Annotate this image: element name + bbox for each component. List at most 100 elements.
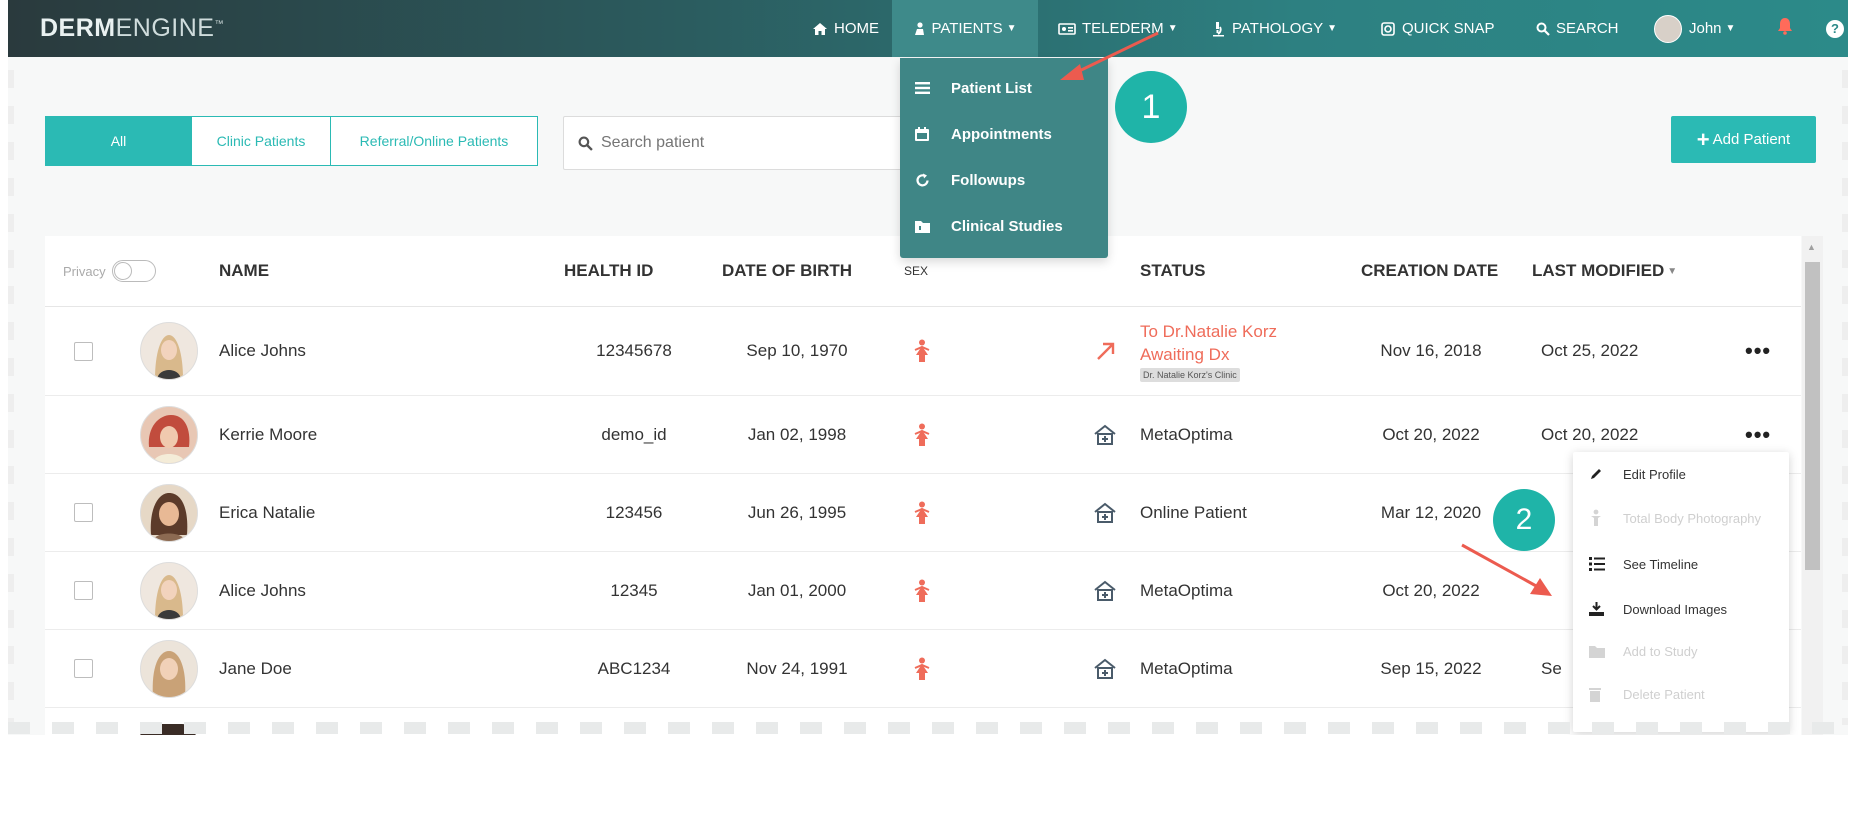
trash-icon (1573, 687, 1623, 702)
nav-user-menu[interactable]: John ▼ (1654, 0, 1735, 57)
patient-name[interactable]: Erica Natalie (219, 474, 315, 551)
last-modified-label: LAST MODIFIED (1532, 261, 1665, 280)
nav-quick-snap[interactable]: QUICK SNAP (1380, 0, 1495, 57)
menu-appointments[interactable]: Appointments (900, 112, 1108, 156)
scrollbar-thumb[interactable] (1805, 262, 1820, 570)
nav-home[interactable]: HOME (812, 0, 879, 57)
tab-referral-online-patients[interactable]: Referral/Online Patients (331, 117, 537, 165)
menu-followups[interactable]: Followups (900, 158, 1108, 202)
menu-item-label: Followups (951, 171, 1026, 189)
patient-search-input[interactable] (599, 133, 863, 153)
search-icon (578, 136, 593, 151)
menu-edit-profile[interactable]: Edit Profile (1573, 456, 1789, 492)
menu-item-label: Appointments (951, 125, 1052, 143)
table-row[interactable]: Kerrie Moore demo_id Jan 02, 1998 MetaOp… (45, 396, 1801, 474)
menu-clinical-studies[interactable]: Clinical Studies (900, 204, 1108, 248)
patient-table: Privacy NAME HEALTH ID DATE OF BIRTH SEX… (45, 236, 1801, 735)
health-id: 123456 (605, 502, 663, 522)
column-header-name[interactable]: NAME (219, 236, 269, 306)
tab-all[interactable]: All (46, 117, 192, 165)
patient-search-box (563, 116, 905, 170)
avatar (140, 630, 198, 707)
column-header-creation-date[interactable]: CREATION DATE (1361, 236, 1498, 306)
nav-user-name: John (1689, 20, 1722, 37)
nav-quick-snap-label: QUICK SNAP (1402, 20, 1495, 37)
status-text: MetaOptima (1140, 424, 1233, 444)
notifications-button[interactable] (1777, 0, 1793, 57)
female-icon (913, 396, 931, 473)
status-text: Online Patient (1140, 502, 1247, 522)
more-horizontal-icon: ••• (1745, 421, 1772, 447)
patient-photo (140, 322, 198, 380)
step-badge-2: 2 (1493, 489, 1555, 551)
health-id: 12345 (610, 580, 658, 600)
search-icon (1536, 22, 1550, 36)
column-header-health-id[interactable]: HEALTH ID (564, 236, 653, 306)
menu-item-label: Delete Patient (1623, 686, 1705, 702)
timeline-icon (1573, 557, 1623, 571)
bell-icon (1777, 17, 1793, 40)
patient-name[interactable]: Jane Doe (219, 630, 292, 707)
checkbox[interactable] (74, 581, 93, 600)
creation-date: Sep 15, 2022 (1380, 658, 1482, 678)
last-modified: Oct 25, 2022 (1541, 341, 1639, 360)
menu-download-images[interactable]: Download Images (1573, 591, 1789, 627)
menu-total-body-photography: Total Body Photography (1573, 500, 1789, 536)
toggle-knob (113, 262, 132, 280)
help-icon: ? (1826, 19, 1844, 38)
nav-patients[interactable]: PATIENTS ▼ (892, 0, 1038, 57)
row-checkbox[interactable] (74, 552, 93, 629)
table-row[interactable]: Jane Doe ABC1234 Nov 24, 1991 MetaOptima… (45, 630, 1801, 708)
add-patient-label: Add Patient (1712, 131, 1791, 148)
user-avatar (1654, 14, 1682, 43)
clinic-icon (1093, 396, 1117, 473)
patient-photo (140, 561, 198, 620)
menu-item-label: Edit Profile (1623, 466, 1686, 482)
chevron-down-icon: ▼ (1167, 23, 1178, 34)
checkbox[interactable] (74, 659, 93, 678)
menu-see-timeline[interactable]: See Timeline (1573, 546, 1789, 582)
checkbox[interactable] (74, 341, 93, 361)
row-checkbox[interactable] (74, 307, 93, 395)
column-header-last-modified[interactable]: LAST MODIFIED ▼ (1532, 236, 1677, 306)
row-more-button[interactable]: ••• (1745, 307, 1771, 395)
clinic-icon (1093, 552, 1117, 629)
clinic-icon (1093, 474, 1117, 551)
menu-item-label: Total Body Photography (1623, 510, 1762, 526)
column-header-date-of-birth[interactable]: DATE OF BIRTH (722, 236, 852, 306)
scroll-up-arrow-icon[interactable]: ▲ (1807, 242, 1816, 252)
nav-pathology[interactable]: PATHOLOGY ▼ (1210, 0, 1337, 57)
date-of-birth: Nov 24, 1991 (746, 658, 848, 678)
checkbox[interactable] (74, 503, 93, 522)
table-row[interactable]: Alice Johns 12345 Jan 01, 2000 MetaOptim… (45, 552, 1801, 630)
refresh-icon (900, 173, 951, 188)
top-navbar: DERMENGINE™ HOME PATIENTS ▼ TELEDERM ▼ P… (8, 0, 1848, 57)
avatar (140, 396, 198, 473)
patient-name[interactable]: Alice Johns (219, 307, 306, 395)
patient-name[interactable]: Kerrie Moore (219, 396, 317, 473)
logo-bold-text: DERM (40, 14, 116, 42)
patient-photo (140, 483, 198, 542)
add-patient-button[interactable]: + Add Patient (1671, 116, 1816, 163)
privacy-control: Privacy (63, 236, 156, 306)
step-badge-1: 1 (1115, 71, 1187, 143)
help-button[interactable]: ? (1826, 0, 1844, 57)
menu-patient-list[interactable]: Patient List (900, 66, 1108, 110)
referral-arrow-icon (1095, 307, 1117, 395)
menu-item-label: Clinical Studies (951, 217, 1063, 235)
column-header-status[interactable]: STATUS (1140, 236, 1205, 306)
table-scrollbar[interactable]: ▲ (1802, 236, 1823, 735)
creation-date: Mar 12, 2020 (1380, 502, 1482, 522)
list-icon (900, 82, 951, 94)
tab-clinic-patients[interactable]: Clinic Patients (192, 117, 331, 165)
nav-search[interactable]: SEARCH (1536, 0, 1619, 57)
row-checkbox[interactable] (74, 474, 93, 551)
patient-name[interactable]: Alice Johns (219, 552, 306, 629)
privacy-toggle[interactable] (111, 260, 156, 282)
nav-telederm[interactable]: TELEDERM ▼ (1058, 0, 1178, 57)
nav-search-label: SEARCH (1556, 20, 1619, 37)
row-checkbox[interactable] (74, 630, 93, 707)
dermengine-logo[interactable]: DERMENGINE™ (40, 14, 224, 43)
chevron-down-icon: ▼ (1327, 23, 1338, 34)
table-row[interactable]: Alice Johns 12345678 Sep 10, 1970 To Dr.… (45, 307, 1801, 396)
